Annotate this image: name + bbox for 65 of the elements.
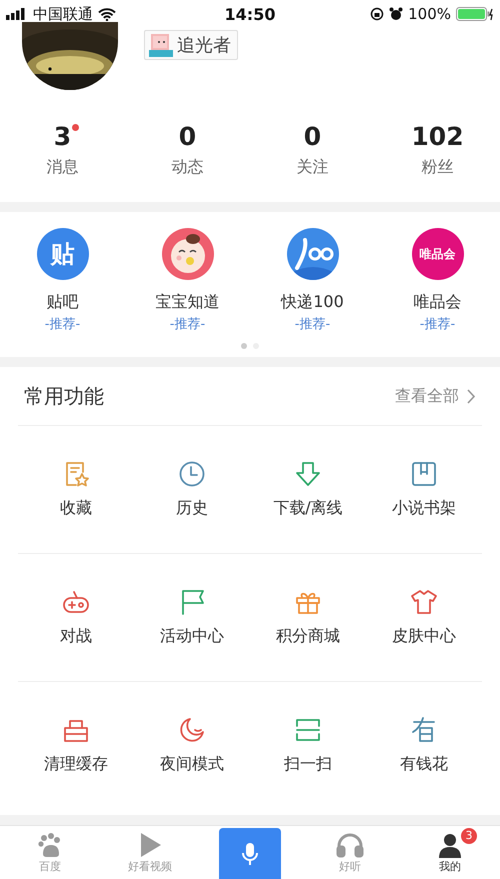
feature-label[interactable]: 小说书架 — [392, 498, 456, 519]
feature-label[interactable]: 下载/离线 — [273, 498, 343, 519]
paw-icon — [37, 832, 63, 858]
user-name-badge[interactable]: 追光者 — [144, 30, 238, 60]
app-icon[interactable] — [286, 228, 338, 280]
feature-label[interactable]: 对战 — [60, 626, 92, 647]
microphone-icon — [241, 841, 259, 867]
tab-label: 百度 — [39, 860, 61, 874]
carrier-name: 中国联通 — [33, 4, 93, 24]
feature-label[interactable]: 积分商城 — [276, 626, 340, 647]
wifi-icon — [98, 8, 116, 20]
download-icon[interactable] — [294, 460, 322, 488]
recommend-tag: -推荐- — [420, 315, 456, 333]
stat-count[interactable]: 3 — [54, 122, 72, 151]
feature-label[interactable]: 扫一扫 — [284, 754, 332, 775]
battery-percent: 100% — [408, 5, 451, 23]
stat-count[interactable]: 0 — [304, 122, 322, 151]
section-title: 常用功能 — [24, 382, 104, 410]
app-name[interactable]: 贴吧 — [46, 292, 78, 313]
feature-label[interactable]: 皮肤中心 — [392, 626, 456, 647]
history-icon[interactable] — [178, 460, 206, 488]
stat-count[interactable]: 102 — [411, 122, 464, 151]
bookshelf-icon[interactable] — [410, 460, 438, 488]
feature-label[interactable]: 夜间模式 — [160, 754, 224, 775]
rotation-lock-icon — [370, 7, 384, 21]
feature-label[interactable]: 有钱花 — [400, 754, 448, 775]
tab-label: 好听 — [339, 860, 361, 874]
tab-label: 好看视频 — [128, 860, 172, 874]
chevron-right-icon — [467, 388, 476, 404]
stat-label[interactable]: 消息 — [46, 157, 78, 178]
cube-mascot-icon — [148, 32, 174, 58]
shirt-icon[interactable] — [410, 588, 438, 616]
app-icon[interactable]: 贴 — [36, 228, 88, 280]
notification-badge: 3 — [461, 828, 477, 844]
recommend-tag: -推荐- — [44, 315, 80, 333]
page-dot[interactable] — [241, 343, 247, 349]
view-all-link[interactable]: 查看全部 — [395, 386, 476, 406]
feature-label[interactable]: 收藏 — [60, 498, 92, 519]
battery-icon — [456, 7, 494, 21]
feature-label[interactable]: 活动中心 — [160, 626, 224, 647]
stat-count[interactable]: 0 — [178, 122, 196, 151]
app-name[interactable]: 宝宝知道 — [156, 292, 220, 313]
recommend-tag: -推荐- — [170, 315, 206, 333]
scan-icon[interactable] — [294, 716, 322, 744]
tab-label: 我的 — [439, 860, 461, 874]
user-avatar-icon — [437, 832, 463, 858]
feature-label[interactable]: 历史 — [176, 498, 208, 519]
app-name[interactable]: 唯品会 — [414, 292, 462, 313]
user-name: 追光者 — [177, 34, 231, 57]
stat-label[interactable]: 粉丝 — [422, 157, 454, 178]
recommend-tag: -推荐- — [294, 315, 330, 333]
app-icon[interactable] — [162, 228, 214, 280]
headphones-icon — [336, 832, 364, 858]
stat-label[interactable]: 关注 — [296, 157, 328, 178]
voice-search-button[interactable] — [219, 828, 281, 879]
tab-item[interactable]: 我的 3 — [423, 826, 477, 879]
app-name[interactable]: 快递100 — [281, 292, 344, 313]
money-icon[interactable] — [410, 716, 438, 744]
play-icon — [138, 832, 162, 858]
stat-label[interactable]: 动态 — [172, 157, 204, 178]
app-icon[interactable]: 唯品会 — [412, 228, 464, 280]
game-icon[interactable] — [62, 588, 90, 616]
feature-label[interactable]: 清理缓存 — [44, 754, 108, 775]
night-icon[interactable] — [178, 716, 206, 744]
clock-time: 14:50 — [224, 4, 276, 24]
